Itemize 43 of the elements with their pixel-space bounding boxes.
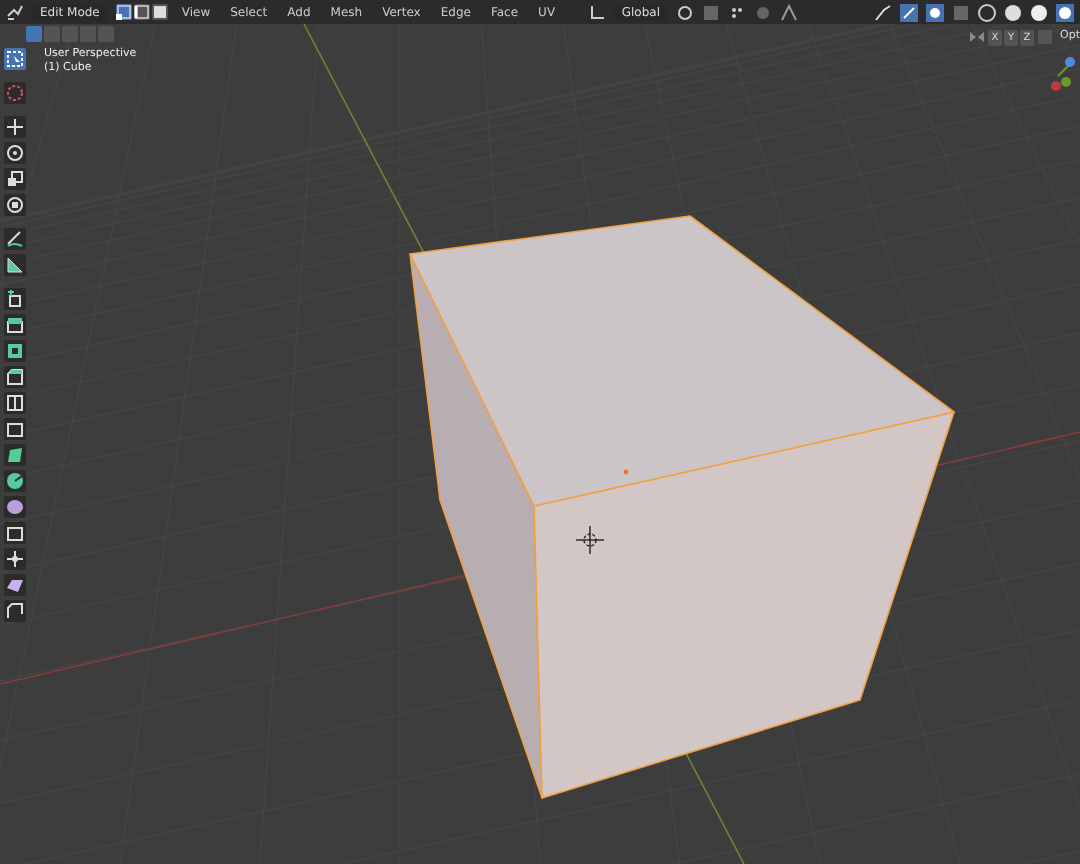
snap-icon[interactable] xyxy=(702,3,720,21)
rotate-tool-button[interactable] xyxy=(4,142,26,164)
measure-tool-button[interactable] xyxy=(4,254,26,276)
axis-gizmo-icon xyxy=(1051,57,1075,91)
increment-icon[interactable] xyxy=(728,3,746,21)
scale-tool-button[interactable] xyxy=(4,168,26,190)
xray-icon[interactable] xyxy=(952,3,970,21)
editor-type-icon[interactable] xyxy=(6,3,24,21)
mirror-icon[interactable] xyxy=(968,28,987,46)
rendered-shading-icon[interactable] xyxy=(1056,3,1074,21)
gizmo-toggle-icon[interactable] xyxy=(874,3,892,21)
smooth-tool-button[interactable] xyxy=(4,496,26,518)
falloff-icon[interactable] xyxy=(780,3,798,21)
select-tool-button[interactable] xyxy=(4,48,26,70)
annotate-tool-button[interactable] xyxy=(4,228,26,250)
gizmo-icon[interactable] xyxy=(900,3,918,21)
slide-tool-button[interactable] xyxy=(4,522,26,544)
knife-tool-button[interactable] xyxy=(4,418,26,440)
inset-tool-button[interactable] xyxy=(4,340,26,362)
polybuild-tool-button[interactable] xyxy=(4,444,26,466)
pivot-icon[interactable] xyxy=(676,3,694,21)
origin-dot xyxy=(623,469,629,475)
add-tool-button[interactable] xyxy=(4,288,26,310)
solid-shading-icon[interactable] xyxy=(1004,3,1022,21)
shrink-tool-button[interactable] xyxy=(4,548,26,570)
rip-tool-button[interactable] xyxy=(4,600,26,622)
cursor-icon xyxy=(575,525,605,555)
loopcut-tool-button[interactable] xyxy=(4,392,26,414)
shear-tool-button[interactable] xyxy=(4,574,26,596)
bevel-tool-button[interactable] xyxy=(4,366,26,388)
move-tool-button[interactable] xyxy=(4,116,26,138)
spin-tool-button[interactable] xyxy=(4,470,26,492)
cursor-tool-button[interactable] xyxy=(4,82,26,104)
vertex-select-button[interactable] xyxy=(115,4,132,20)
overlay-icon[interactable] xyxy=(926,3,944,21)
extrude-tool-button[interactable] xyxy=(4,314,26,336)
transform-tool-button[interactable] xyxy=(4,194,26,216)
material-shading-icon[interactable] xyxy=(1030,3,1048,21)
edge-select-button[interactable] xyxy=(133,4,150,20)
wireframe-shading-icon[interactable] xyxy=(978,3,996,21)
orientation-icon[interactable] xyxy=(587,3,606,21)
face-select-button[interactable] xyxy=(151,4,168,20)
proportional-icon[interactable] xyxy=(754,3,772,21)
